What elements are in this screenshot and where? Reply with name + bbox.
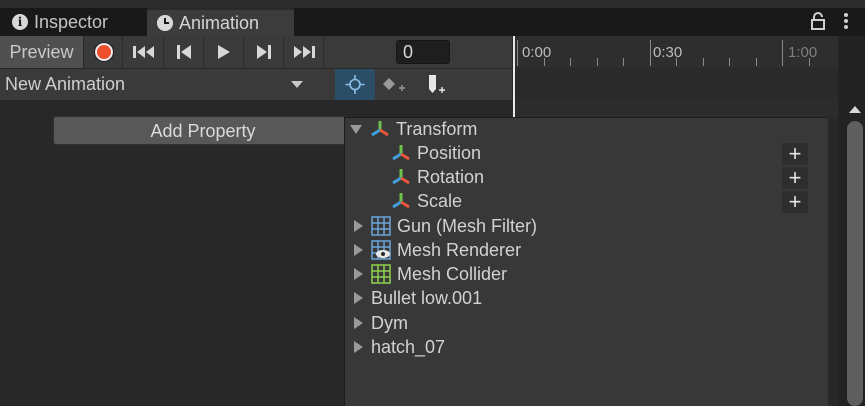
timeline-label: 0:00 <box>522 44 552 61</box>
info-icon: i <box>12 14 28 30</box>
preview-button[interactable]: Preview <box>0 36 84 68</box>
child-object-label: Bullet low.001 <box>371 287 483 308</box>
timeline-tick <box>729 58 730 66</box>
scale-row[interactable]: Scale <box>391 189 462 213</box>
add-property-button[interactable]: Add Property <box>53 116 353 145</box>
rotation-label: Rotation <box>417 166 485 187</box>
timeline-tick <box>703 58 704 66</box>
add-rotation-button[interactable]: + <box>782 167 808 189</box>
crosshair-icon <box>345 75 365 94</box>
mesh-collider-row[interactable]: Mesh Collider <box>352 262 507 286</box>
frame-number-field[interactable]: 0 <box>396 40 450 64</box>
timeline-tick <box>782 40 783 66</box>
filter-by-selection-button[interactable] <box>335 69 375 100</box>
mesh-collider-label: Mesh Collider <box>397 263 508 284</box>
first-keyframe-button[interactable] <box>124 36 164 68</box>
add-event-button[interactable] <box>414 69 454 100</box>
transform-icon <box>392 169 410 185</box>
timeline-tick <box>544 58 545 66</box>
playhead[interactable] <box>513 36 515 118</box>
mesh-collider-icon <box>371 264 391 284</box>
add-keyframe-button[interactable] <box>376 69 413 100</box>
fold-closed-icon[interactable] <box>354 341 363 353</box>
next-keyframe-button[interactable] <box>244 36 284 68</box>
clip-name: New Animation <box>5 74 126 94</box>
rotation-row[interactable]: Rotation <box>391 165 484 189</box>
mesh-renderer-label: Mesh Renderer <box>397 239 522 260</box>
timeline-label: 0:30 <box>653 44 683 61</box>
play-icon <box>217 45 230 59</box>
transform-label: Transform <box>396 118 478 139</box>
fold-closed-icon[interactable] <box>354 220 363 232</box>
transform-icon <box>392 145 410 161</box>
step-back-icon <box>176 45 191 59</box>
timeline-tick <box>570 58 571 66</box>
keyframe-plus-icon <box>383 78 405 91</box>
mesh-filter-row[interactable]: Gun (Mesh Filter) <box>352 214 537 238</box>
fold-closed-icon[interactable] <box>354 244 363 256</box>
skip-to-end-icon <box>293 46 315 58</box>
mesh-renderer-row[interactable]: Mesh Renderer <box>352 238 521 262</box>
scrollbar-thumb[interactable] <box>847 121 863 406</box>
child-object-label: Dym <box>371 312 408 333</box>
clock-icon <box>157 15 173 31</box>
timeline-tick <box>597 58 598 66</box>
fold-closed-icon[interactable] <box>354 292 363 304</box>
timeline-tick <box>676 58 677 66</box>
timeline-label: 1:00 <box>788 44 818 61</box>
tab-animation-label: Animation <box>179 12 260 33</box>
timeline-tick <box>623 58 624 66</box>
record-icon <box>94 42 114 62</box>
tab-animation[interactable]: Animation <box>147 8 294 36</box>
transform-icon <box>371 121 389 137</box>
fold-open-icon[interactable] <box>350 124 362 134</box>
position-label: Position <box>417 142 482 163</box>
child-object-label: hatch_07 <box>371 336 446 357</box>
top-right-strip <box>838 36 865 100</box>
step-forward-icon <box>256 45 271 59</box>
timeline-tick <box>650 40 651 66</box>
event-plus-icon <box>429 75 445 93</box>
transform-row[interactable]: Transform <box>350 117 477 141</box>
transform-icon <box>392 193 410 209</box>
scale-label: Scale <box>417 190 463 211</box>
timeline-dopesheet[interactable] <box>513 100 838 118</box>
mesh-filter-label: Gun (Mesh Filter) <box>397 215 538 236</box>
lock-icon[interactable] <box>810 12 826 30</box>
timeline-tick <box>517 40 518 66</box>
skip-to-start-icon <box>132 46 154 58</box>
previous-keyframe-button[interactable] <box>164 36 204 68</box>
mesh-grid-icon <box>371 216 391 236</box>
child-object-row[interactable]: Bullet low.001 <box>352 286 482 310</box>
mesh-renderer-icon <box>371 240 391 260</box>
child-object-row[interactable]: hatch_07 <box>352 335 445 359</box>
scroll-up-arrow-icon[interactable] <box>849 106 861 113</box>
child-object-row[interactable]: Dym <box>352 311 408 335</box>
record-button[interactable] <box>86 36 123 68</box>
window-top-strip <box>0 0 865 8</box>
timeline-tick <box>756 58 757 66</box>
tab-bar: i Inspector Animation <box>0 0 865 36</box>
clip-dropdown[interactable]: New Animation <box>0 69 310 100</box>
add-scale-button[interactable]: + <box>782 191 808 213</box>
tab-inspector[interactable]: i Inspector <box>0 8 143 36</box>
timeline-event-row[interactable] <box>513 68 838 100</box>
dropdown-arrow-icon <box>291 81 303 88</box>
add-position-button[interactable]: + <box>782 143 808 165</box>
fold-closed-icon[interactable] <box>354 317 363 329</box>
menu-dots-icon[interactable] <box>843 12 849 30</box>
timeline-tick <box>809 58 810 66</box>
fold-closed-icon[interactable] <box>354 268 363 280</box>
last-keyframe-button[interactable] <box>284 36 324 68</box>
position-row[interactable]: Position <box>391 141 481 165</box>
play-button[interactable] <box>204 36 244 68</box>
tab-inspector-label: Inspector <box>34 11 109 32</box>
